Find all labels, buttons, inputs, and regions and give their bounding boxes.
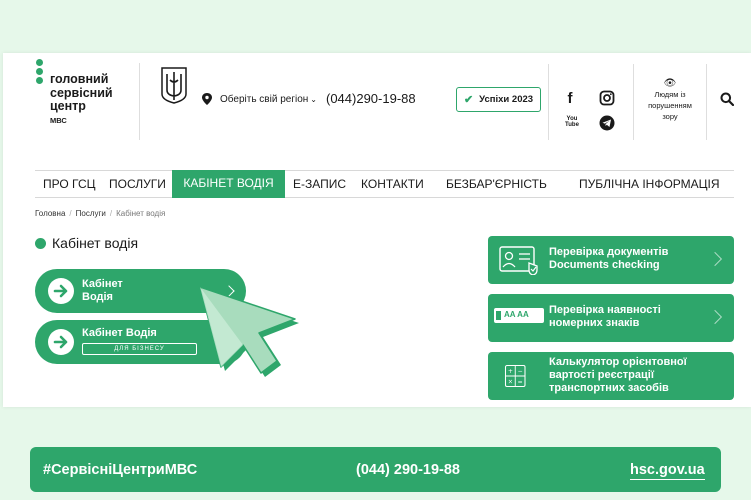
accessibility-button[interactable]: 👁 Людям із порушенням зору [644, 78, 696, 122]
id-card-icon [499, 246, 538, 275]
plate-text: AA AA [504, 310, 529, 319]
svg-text:×: × [508, 379, 513, 386]
arrow-right-circle-icon [48, 278, 74, 304]
footer-banner: #СервісніЦентриМВС (044) 290-19-88 hsc.g… [30, 447, 721, 492]
svg-text:−: − [518, 368, 523, 375]
cursor-arrow-icon [199, 286, 299, 377]
footer-phone[interactable]: (044) 290-19-88 [356, 462, 460, 478]
region-label: Оберіть свій регіон [220, 93, 309, 105]
accessibility-line-3: зору [662, 112, 678, 121]
nav-item-services[interactable]: ПОСЛУГИ [109, 171, 166, 198]
license-plate-icon: AA AA [494, 308, 544, 324]
arrow-right-circle-icon [48, 329, 74, 355]
plate-availability-label: Перевірка наявності номерних знаків [549, 304, 661, 330]
chevron-right-icon [707, 251, 723, 267]
logo-dots-icon [36, 59, 44, 86]
chevron-right-icon [707, 309, 723, 325]
logo-line-2: сервісний [50, 85, 113, 100]
header-divider [706, 64, 707, 140]
trident-icon [161, 67, 187, 104]
breadcrumb-separator: / [109, 209, 113, 218]
driver-cabinet-label: Кабінет Водія [82, 278, 123, 304]
card-3-line-3: транспортних засобів [549, 382, 669, 394]
header-divider [633, 64, 634, 140]
location-pin-icon [202, 93, 212, 105]
nav-item-public-info[interactable]: ПУБЛІЧНА ІНФОРМАЦІЯ [579, 171, 720, 198]
logo-line-1: головний [50, 72, 109, 86]
logo-wordmark: головний сервісний центр [50, 72, 113, 114]
footer-site-link[interactable]: hsc.gov.ua [630, 462, 705, 480]
nav-item-driver-cabinet[interactable]: КАБІНЕТ ВОДІЯ [172, 170, 285, 198]
breadcrumb-home[interactable]: Головна [35, 209, 65, 218]
nav-item-about[interactable]: ПРО ГСЦ [43, 171, 96, 198]
success-2023-button[interactable]: ✔ Успіхи 2023 [456, 87, 541, 112]
facebook-icon[interactable]: f [562, 90, 578, 107]
check-icon: ✔ [463, 94, 474, 106]
card-1-line-1: Перевірка документів [549, 246, 669, 258]
breadcrumb: Головна / Послуги / Кабінет водія [35, 209, 165, 218]
plate-availability-button[interactable]: AA AA Перевірка наявності номерних знакі… [488, 294, 734, 342]
business-badge: ДЛЯ БІЗНЕСУ [82, 343, 197, 355]
accessibility-line-2: порушенням [648, 101, 692, 110]
card-2-line-1: Перевірка наявності [549, 304, 661, 316]
hsc-logo[interactable]: головний сервісний центр МВС [36, 59, 136, 129]
calculator-icon: + − × = [504, 364, 526, 388]
driver-cabinet-line-1: Кабінет [82, 278, 123, 290]
logo-subtitle: МВС [50, 116, 67, 125]
header-divider [139, 63, 140, 140]
youtube-label: You Tube [565, 116, 579, 128]
nav-item-contacts[interactable]: КОНТАКТИ [361, 171, 424, 198]
eye-icon: 👁 [663, 78, 677, 89]
header-phone[interactable]: (044)290-19-88 [326, 91, 416, 106]
page-title: Кабінет водія [35, 235, 138, 251]
search-icon[interactable] [720, 92, 734, 106]
breadcrumb-separator: / [69, 209, 72, 218]
success-label: Успіхи 2023 [479, 94, 534, 105]
footer-hashtag: #СервісніЦентриМВС [43, 462, 198, 478]
youtube-icon[interactable]: You Tube [563, 114, 581, 130]
title-dot-icon [35, 237, 46, 249]
telegram-icon[interactable] [599, 115, 615, 131]
documents-checking-label: Перевірка документів Documents checking [549, 246, 668, 272]
instagram-icon[interactable] [599, 90, 615, 106]
accessibility-line-1: Людям із [654, 90, 686, 99]
business-cabinet-label: Кабінет Водія [82, 327, 157, 339]
header-divider [548, 64, 549, 140]
svg-text:+: + [508, 368, 513, 375]
logo-line-3: центр [50, 99, 86, 113]
registration-calculator-label: Калькулятор орієнтовної вартості реєстра… [549, 356, 687, 395]
documents-checking-button[interactable]: Перевірка документів Documents checking [488, 236, 734, 284]
breadcrumb-services[interactable]: Послуги [76, 209, 106, 218]
card-3-line-1: Калькулятор орієнтовної [549, 356, 687, 368]
chevron-down-icon: ⌄ [310, 94, 317, 104]
card-2-line-2: номерних знаків [549, 317, 640, 329]
page-title-text: Кабінет водія [52, 235, 139, 251]
breadcrumb-current: Кабінет водія [116, 209, 166, 218]
nav-item-accessibility[interactable]: БЕЗБАР'ЄРНІСТЬ [446, 171, 547, 198]
region-selector[interactable]: Оберіть свій регіон ⌄ [202, 93, 317, 105]
svg-text:=: = [518, 379, 523, 386]
main-nav: ПРО ГСЦ ПОСЛУГИ КАБІНЕТ ВОДІЯ Е-ЗАПИС КО… [35, 170, 734, 198]
card-3-line-2: вартості реєстрації [549, 369, 654, 381]
registration-calculator-button[interactable]: + − × = Калькулятор орієнтовної вартості… [488, 352, 734, 400]
card-1-line-2: Documents checking [549, 259, 660, 271]
nav-item-e-queue[interactable]: Е-ЗАПИС [293, 171, 346, 198]
driver-cabinet-line-2: Водія [82, 291, 113, 303]
